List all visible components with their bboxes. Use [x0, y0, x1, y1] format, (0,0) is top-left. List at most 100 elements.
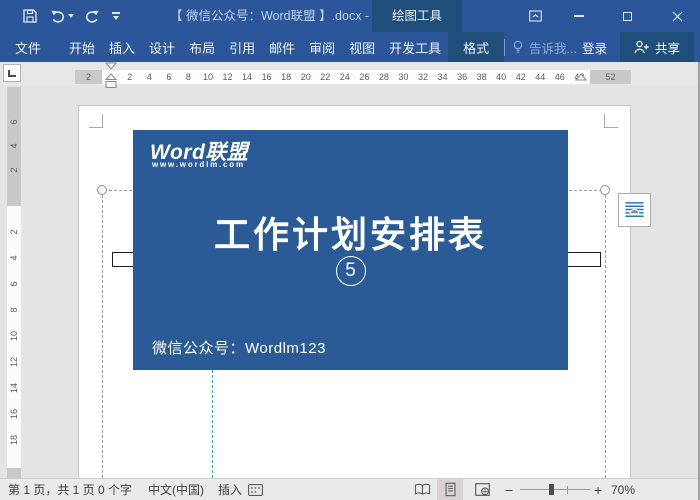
minimize-button[interactable]	[564, 0, 594, 32]
word-count-status[interactable]: 0 个字	[98, 479, 132, 500]
ruler-left-margin: 2	[75, 70, 102, 84]
ribbon-tab[interactable]: 设计	[142, 32, 182, 62]
margin-crop-mark	[89, 114, 103, 128]
ruler-number: 14	[242, 72, 253, 82]
tell-me-label: 告诉我...	[529, 41, 577, 56]
ruler-number: 6	[166, 72, 172, 82]
ruler-number: 12	[9, 357, 19, 368]
read-mode-button[interactable]	[410, 479, 434, 500]
selection-dashed-right	[605, 190, 606, 478]
person-add-icon	[634, 40, 649, 54]
left-tab-icon	[8, 69, 16, 77]
web-layout-icon	[474, 483, 490, 496]
ribbon-tab[interactable]: 引用	[222, 32, 262, 62]
cover-footer: 微信公众号：Wordlm123	[152, 340, 326, 357]
ribbon-tab[interactable]: 视图	[342, 32, 382, 62]
selection-handle[interactable]	[600, 185, 610, 195]
ruler-number: 42	[515, 72, 526, 82]
maximize-icon	[622, 11, 632, 21]
ribbon-tab[interactable]: 布局	[182, 32, 222, 62]
ruler-number: 8	[185, 72, 191, 82]
ruler-number: 32	[417, 72, 428, 82]
ribbon-tab-bar: 文件 开始 插入 设计 布局 引用 邮件 审阅 视图 开发工具 格式 告诉我... 登录 共享	[0, 32, 700, 62]
cover-image[interactable]: Word联盟 www.wordlm.com 工作计划安排表 5 微信公众号：Wo…	[133, 130, 568, 370]
document-area: 6 4 2 2 4 6 8 10 12 14 16 18 Word联盟 www.wordlm.com…	[0, 85, 700, 478]
right-indent-marker[interactable]	[575, 73, 587, 81]
horizontal-ruler: 2 2 4 6 8 10 12 14 16 18 20 22 24 26 28 30 32 34 36 38 40 42…	[75, 70, 631, 84]
drawing-tools-group-header[interactable]: 绘图工具	[372, 0, 462, 32]
tab-file[interactable]: 文件	[8, 32, 48, 62]
ribbon-tabs: 开始 插入 设计 布局 引用 邮件 审阅 视图 开发工具	[62, 32, 448, 62]
tab-selector-button[interactable]	[3, 64, 21, 82]
sign-in-button[interactable]: 登录	[582, 32, 607, 62]
ruler-number: 10	[9, 331, 19, 342]
redo-button[interactable]	[83, 0, 99, 32]
title-bar: 【 微信公众号：Word联盟 】.docx - Word 绘图工具	[0, 0, 700, 32]
zoom-in-button[interactable]: +	[594, 479, 602, 500]
share-button[interactable]: 共享	[620, 32, 694, 62]
ruler-numbers: 2 4 6 8 10 12 14 16 18 20 22 24 26 28 30 32 34 36 38 40 42 44…	[102, 70, 590, 84]
ribbon-tab[interactable]: 邮件	[262, 32, 302, 62]
selection-handle[interactable]	[97, 185, 107, 195]
close-button[interactable]	[660, 0, 694, 32]
page-number-status[interactable]: 第 1 页，共 1 页	[8, 479, 95, 500]
undo-icon	[50, 10, 64, 23]
layout-options-button[interactable]	[618, 193, 651, 227]
undo-dropdown[interactable]	[67, 0, 74, 32]
zoom-slider-track[interactable]	[520, 489, 590, 490]
save-icon	[23, 9, 37, 23]
ribbon-tab[interactable]: 审阅	[302, 32, 342, 62]
macro-record-icon	[248, 483, 263, 496]
alignment-guide-line	[212, 370, 213, 478]
ruler-number: 4	[9, 143, 19, 149]
ruler-number: 18	[9, 435, 19, 446]
zoom-slider-handle[interactable]	[549, 484, 554, 495]
ruler-number: 16	[261, 72, 272, 82]
ruler-number: 28	[378, 72, 389, 82]
tab-separator	[504, 39, 505, 56]
share-label: 共享	[654, 41, 680, 56]
circled-number: 5	[335, 256, 366, 286]
ruler-number: 2	[9, 229, 19, 235]
save-button[interactable]	[22, 0, 38, 32]
macro-record-button[interactable]	[248, 479, 263, 500]
ruler-number: 16	[9, 409, 19, 420]
ruler-number: 4	[9, 255, 19, 261]
tell-me-box[interactable]: 告诉我...	[512, 32, 577, 62]
zoom-level[interactable]: 70%	[611, 479, 635, 500]
ruler-number: 6	[9, 281, 19, 287]
ruler-number: 8	[9, 307, 19, 313]
redo-icon	[85, 10, 99, 23]
ruler-number: 12	[222, 72, 233, 82]
vertical-ruler: 6 4 2 2 4 6 8 10 12 14 16 18	[7, 87, 21, 478]
ruler-number: 26	[359, 72, 370, 82]
insert-mode-status[interactable]: 插入	[218, 479, 242, 500]
undo-button[interactable]	[50, 0, 66, 32]
tab-format-contextual[interactable]: 格式	[448, 32, 505, 62]
hanging-indent-marker[interactable]	[105, 73, 117, 89]
selection-dashed-left	[102, 190, 103, 478]
ruler-number: 34	[437, 72, 448, 82]
language-status[interactable]: 中文(中国)	[148, 479, 204, 500]
close-icon	[672, 11, 682, 21]
maximize-button[interactable]	[612, 0, 642, 32]
ribbon-tab[interactable]: 插入	[102, 32, 142, 62]
first-line-indent-marker[interactable]	[105, 62, 117, 70]
margin-crop-mark	[604, 114, 618, 128]
ribbon-tab[interactable]: 开始	[62, 32, 102, 62]
zoom-out-button[interactable]: −	[505, 479, 513, 500]
ribbon-display-options-icon	[528, 10, 542, 22]
ruler-number: 40	[496, 72, 507, 82]
print-layout-button[interactable]	[437, 479, 463, 500]
ruler-number: 44	[535, 72, 546, 82]
ribbon-display-options-button[interactable]	[520, 0, 550, 32]
ruler-right-margin: 52	[590, 70, 631, 84]
web-layout-button[interactable]	[470, 479, 494, 500]
ruler-number: 38	[476, 72, 487, 82]
ruler-number: 36	[457, 72, 468, 82]
document-title: 【 微信公众号：Word联盟 】.docx - Word	[170, 9, 403, 23]
read-mode-icon	[414, 483, 430, 495]
customize-quick-access-button[interactable]	[110, 0, 122, 32]
ribbon-tab[interactable]: 开发工具	[382, 32, 448, 62]
ruler-number: 4	[146, 72, 152, 82]
